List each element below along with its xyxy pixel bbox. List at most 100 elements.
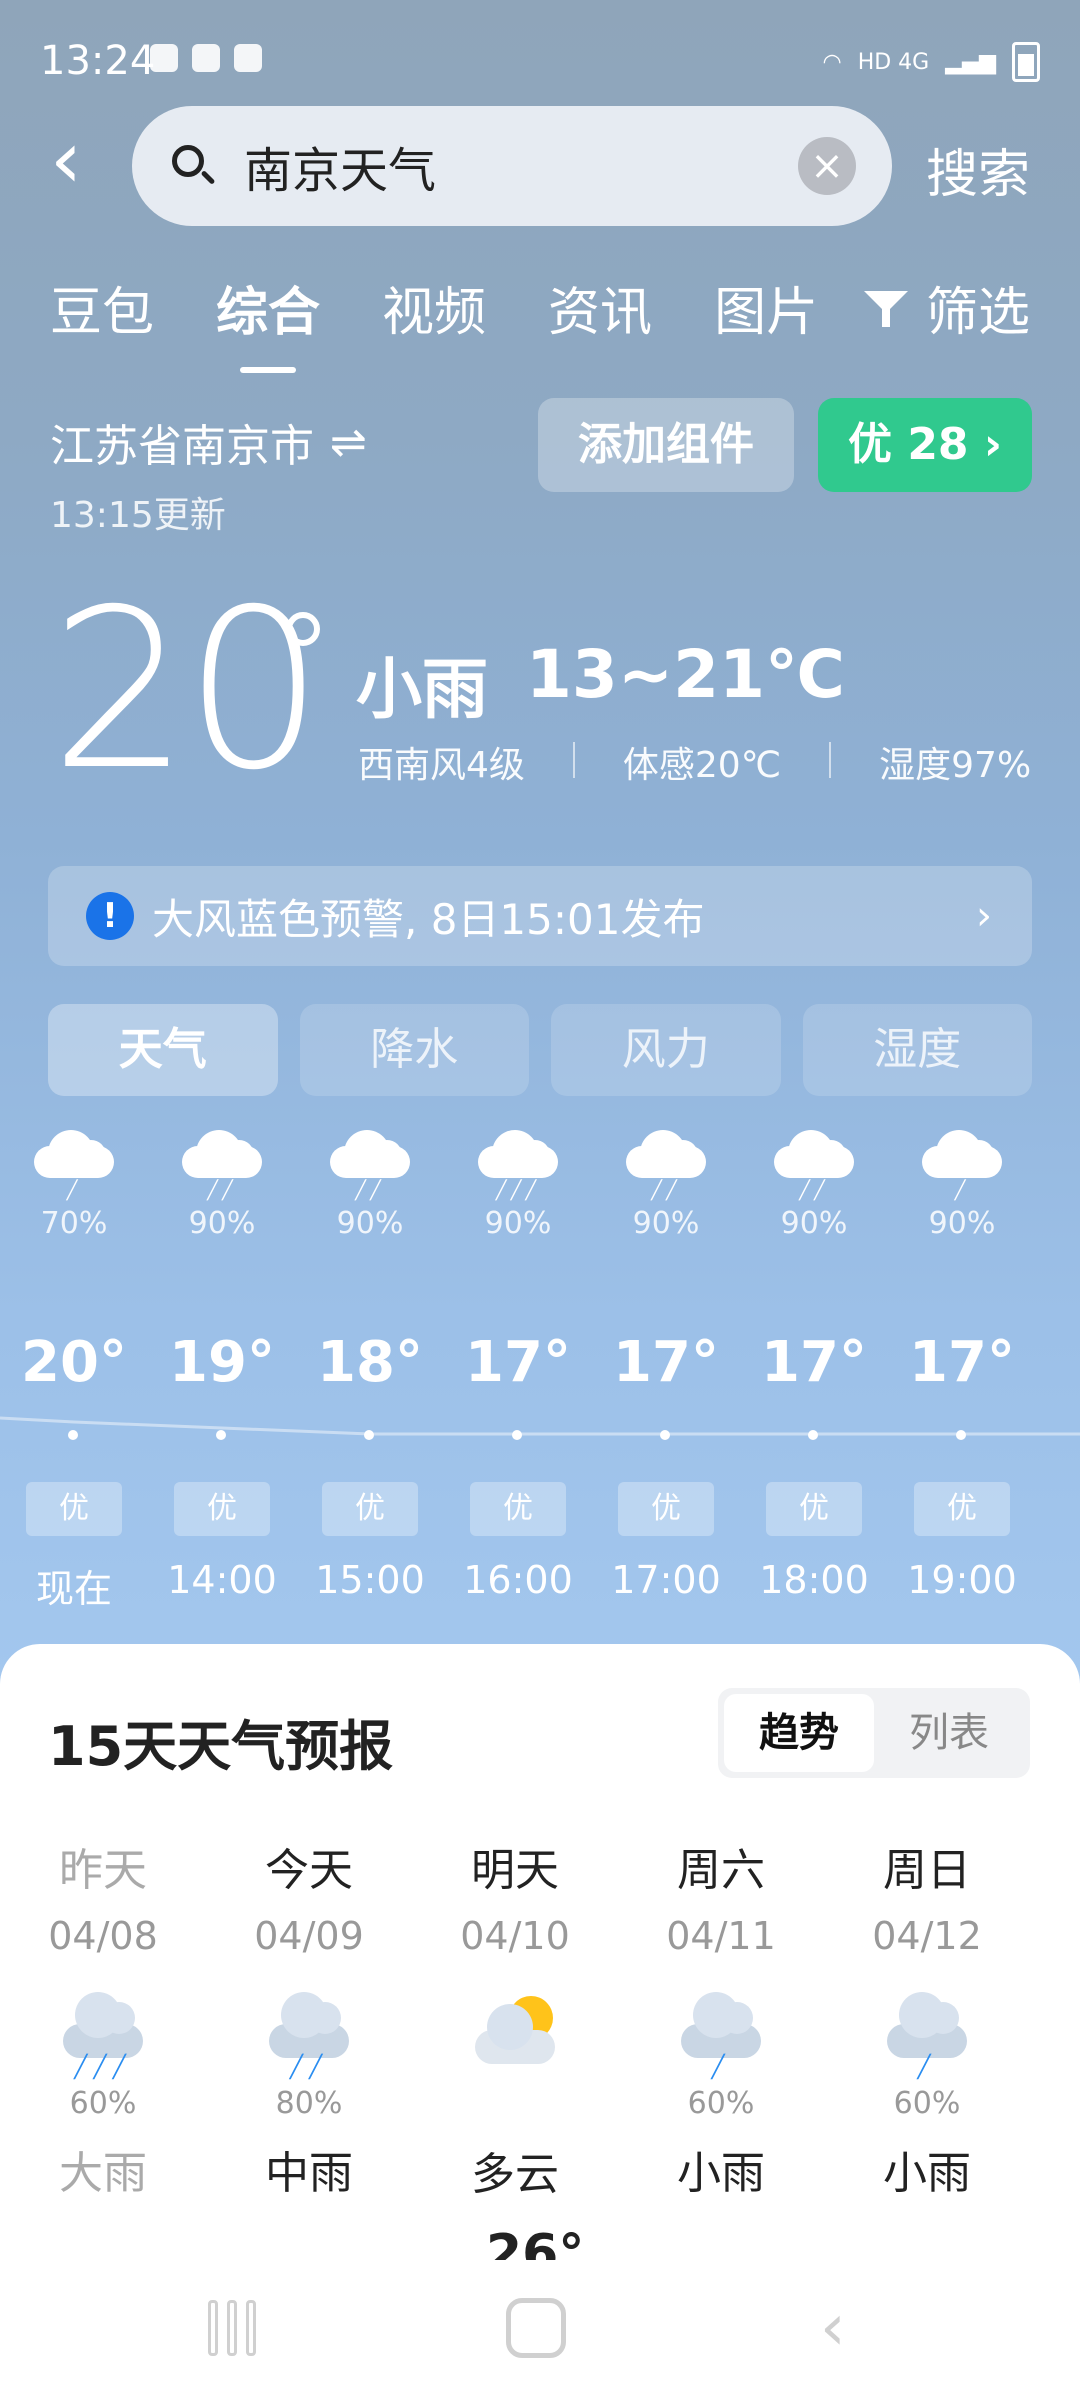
precip-probability: 90% [336,1206,404,1241]
precip-probability: 60% [69,2086,137,2121]
precip-probability: 90% [188,1206,256,1241]
clear-icon[interactable]: × [798,137,856,195]
tab-video[interactable]: 视频 [382,270,486,345]
day-column[interactable]: 今天 04/09 ╱╱ 80% 中雨 [206,1834,412,2201]
rain-cloud-icon [34,1130,114,1178]
day-name: 明天 [471,1845,559,1896]
wifi-icon: ◠ [822,49,842,75]
partly-cloudy-icon [475,1992,555,2080]
search-box[interactable]: 南京天气 × [132,106,892,226]
tab-weather[interactable]: 天气 [48,1004,278,1096]
hourly-time: 18:00 [759,1558,869,1602]
temperature-range: 13~21℃ [526,636,845,713]
app-notification-icon [234,44,262,72]
home-icon[interactable] [506,2298,566,2358]
day-date: 04/10 [460,1914,570,1958]
hourly-time: 16:00 [463,1558,573,1602]
app-notification-icon [150,44,178,72]
day-name: 周日 [883,1845,971,1896]
tab-images[interactable]: 图片 [714,270,818,345]
notification-icons [150,44,262,72]
aqi-tag: 优 [766,1482,862,1536]
hourly-forecast[interactable]: ╱ 70% 20° 优 现在 ╱╱ 90% 19° 优 14:00 ╱╱ 90%… [0,1130,1080,1611]
day-column[interactable]: 昨天 04/08 ╱╱╱ 60% 大雨 [0,1834,206,2201]
current-condition: 小雨 [356,651,488,728]
aqi-tag: 优 [26,1482,122,1536]
day-column[interactable]: 周日 04/12 ╱ 60% 小雨 [824,1834,1030,2201]
rain-cloud-icon [182,1130,262,1178]
rain-cloud-icon [330,1130,410,1178]
temperature-point [808,1430,818,1440]
hourly-time: 15:00 [315,1558,425,1602]
light-rain-icon: ╱ [681,1992,761,2080]
day-name: 今天 [265,1845,353,1896]
tab-humidity[interactable]: 湿度 [802,1004,1032,1096]
rain-cloud-icon [626,1130,706,1178]
location-selector[interactable]: 江苏省南京市 ⇌ [50,410,367,474]
raindrops-icon: ╱╱ [207,1180,237,1201]
tab-doubao[interactable]: 豆包 [50,270,154,345]
add-widget-button[interactable]: 添加组件 [538,398,794,492]
hourly-item: ╱ 90% 17° 优 19:00 [888,1130,1036,1602]
wind-info: 西南风4级 [358,745,525,786]
aqi-tag: 优 [914,1482,1010,1536]
aqi-badge[interactable]: 优 28 › [818,398,1032,492]
hourly-time: 14:00 [167,1558,277,1602]
tab-precipitation[interactable]: 降水 [299,1004,529,1096]
heavy-rain-icon: ╱╱╱ [63,1992,143,2080]
aqi-tag: 优 [174,1482,270,1536]
temperature-point [660,1430,670,1440]
alert-icon: ! [86,892,134,940]
raindrops-icon: ╱ [66,1180,82,1201]
hourly-temperature: 17° [909,1330,1015,1395]
temperature-point [68,1430,78,1440]
toggle-list[interactable]: 列表 [874,1694,1024,1772]
temperature-point [512,1430,522,1440]
view-toggle: 趋势 列表 [718,1688,1030,1778]
tab-comprehensive[interactable]: 综合 [216,270,320,345]
back-button[interactable]: ‹ [50,120,110,205]
day-condition: 小雨 [677,2148,765,2199]
aqi-tag: 优 [618,1482,714,1536]
hourly-item: ╱╱ 90% 17° 优 17:00 [592,1130,740,1602]
day-date: 04/08 [48,1914,158,1958]
hourly-item: ╱╱ 90% 18° 优 15:00 [296,1130,444,1602]
day-name: 周六 [677,1845,765,1896]
search-icon [172,145,214,187]
day-name: 昨天 [59,1845,147,1896]
warning-text: 大风蓝色预警, 8日15:01发布 [152,894,705,944]
filter-icon [863,287,912,329]
search-input[interactable]: 南京天气 [244,131,798,201]
raindrops-icon: ╱╱ [355,1180,385,1201]
raindrops-icon: ╱ [954,1180,970,1201]
status-time: 13:24 [40,38,156,84]
precip-probability [412,2086,618,2122]
day-column[interactable]: 周六 04/11 ╱ 60% 小雨 [618,1834,824,2201]
recents-icon[interactable] [208,2300,264,2356]
hourly-temperature: 19° [169,1330,275,1395]
temperature-point [956,1430,966,1440]
weather-warning-banner[interactable]: ! 大风蓝色预警, 8日15:01发布 › [48,866,1032,966]
filter-button[interactable]: 筛选 [863,270,1030,345]
day-date: 04/09 [254,1914,364,1958]
hourly-temperature: 17° [761,1330,867,1395]
day-condition: 多云 [471,2149,559,2200]
back-nav-icon[interactable]: ‹ [820,2296,846,2360]
raindrops-icon: ╱╱ [651,1180,681,1201]
toggle-trend[interactable]: 趋势 [724,1694,874,1772]
hourly-temperature: 17° [613,1330,719,1395]
raindrops-icon: ╱╱ [799,1180,829,1201]
temperature-trend-line [0,1416,1080,1436]
feels-like: 体感20℃ [622,745,782,786]
raindrops-icon: ╱╱╱ [495,1180,541,1201]
search-button[interactable]: 搜索 [926,132,1030,207]
tab-wind[interactable]: 风力 [551,1004,781,1096]
moderate-rain-icon: ╱╱ [269,1992,349,2080]
aqi-tag: 优 [470,1482,566,1536]
forecast-title: 15天天气预报 [48,1715,394,1778]
precip-probability: 70% [40,1206,108,1241]
day-column[interactable]: 明天 04/10 多云 [412,1834,618,2202]
precip-probability: 60% [687,2086,755,2121]
hourly-time: 19:00 [907,1558,1017,1602]
tab-news[interactable]: 资讯 [548,270,652,345]
